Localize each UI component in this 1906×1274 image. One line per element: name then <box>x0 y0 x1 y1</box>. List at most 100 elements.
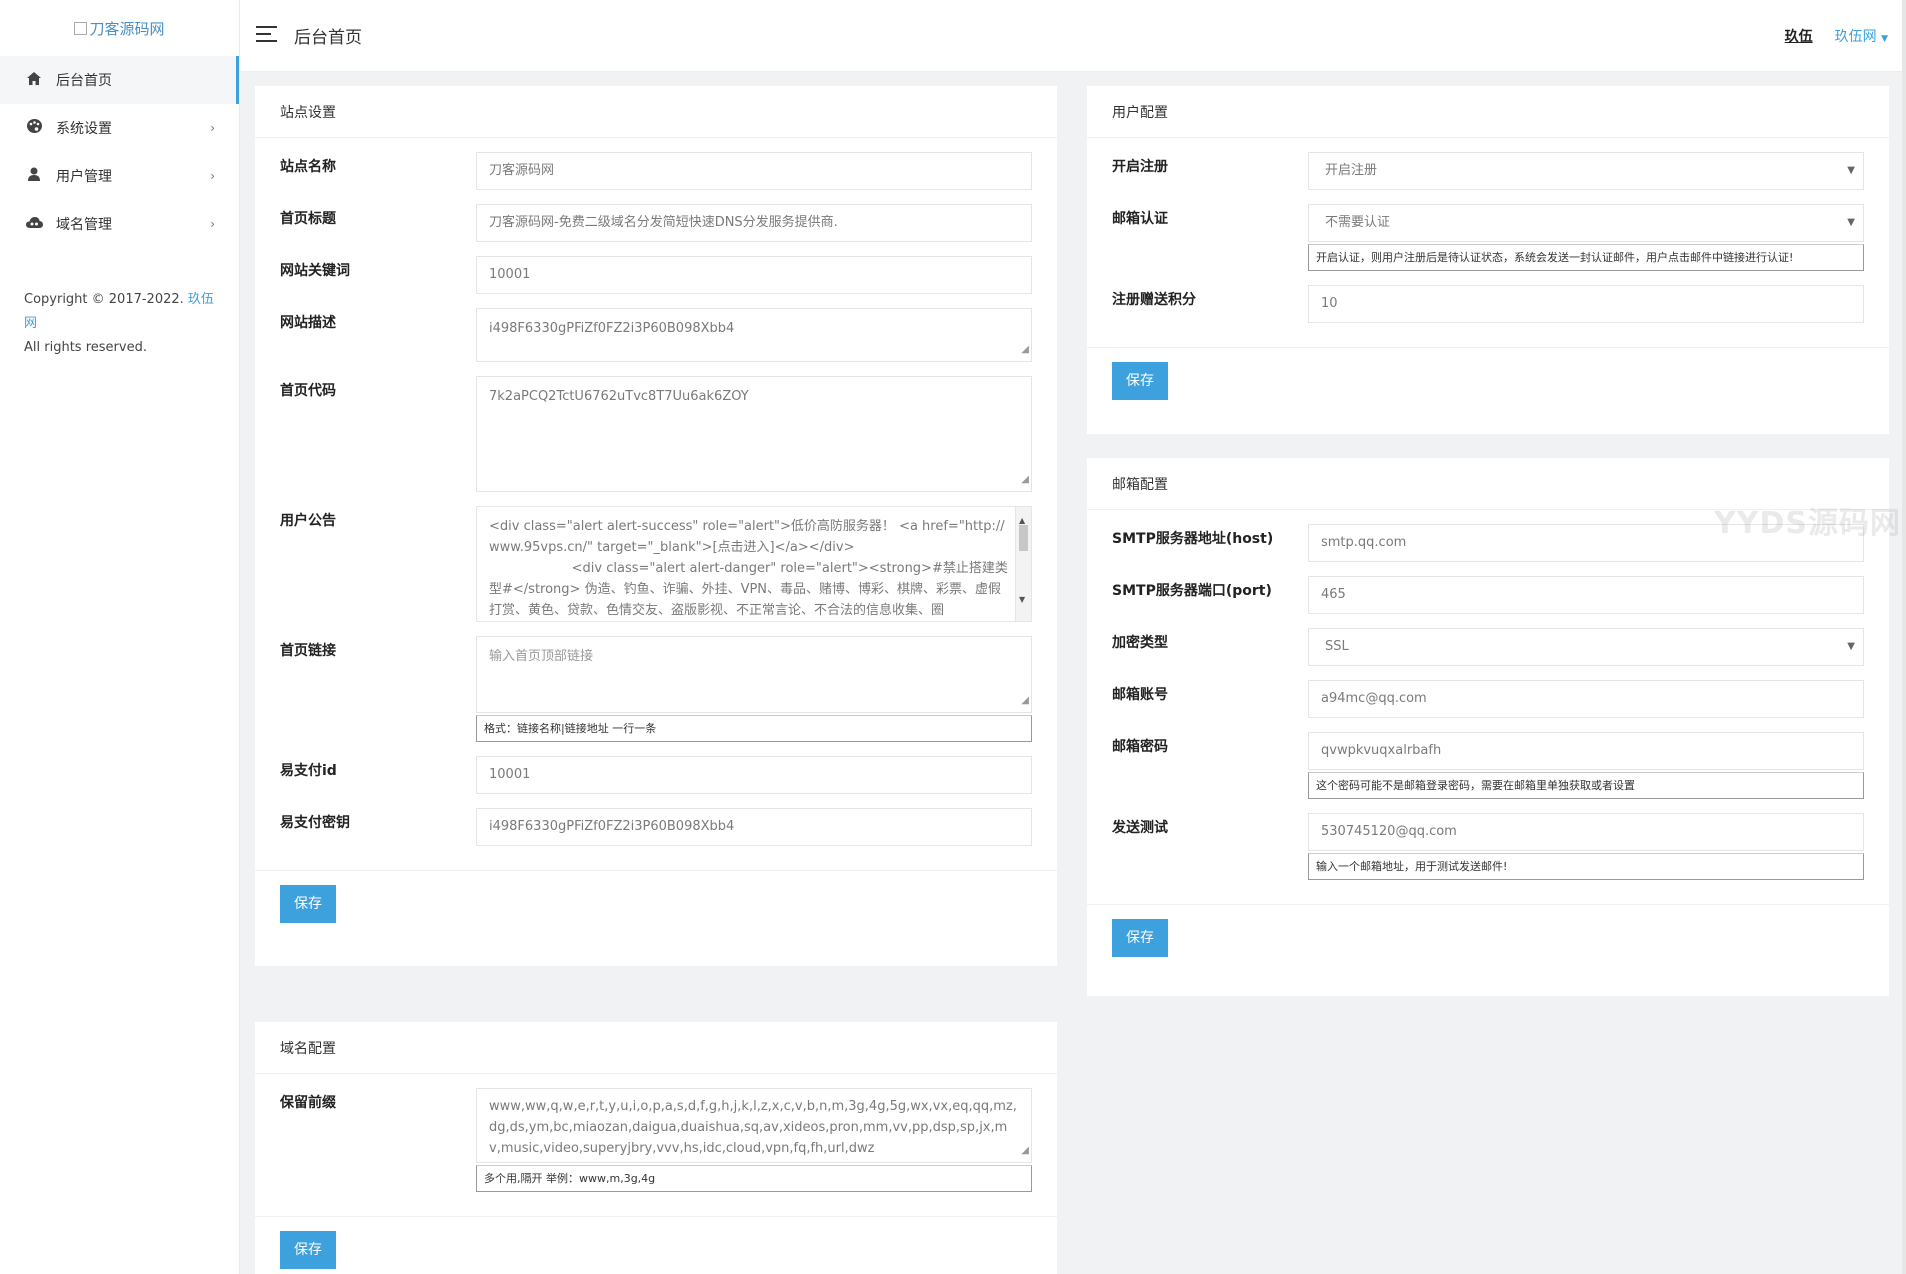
reserved-prefix-textarea[interactable]: www,ww,q,w,e,r,t,y,u,i,o,p,a,s,d,f,g,h,j… <box>476 1088 1032 1163</box>
caret-down-icon: ▼ <box>1847 641 1855 652</box>
copyright-rights: All rights reserved. <box>24 340 147 355</box>
announcement-textarea[interactable]: <div class="alert alert-success" role="a… <box>476 506 1032 622</box>
sidebar-item-label: 系统设置 <box>56 121 112 137</box>
sidebar-item-label: 后台首页 <box>56 73 112 89</box>
scrollbar[interactable]: ▲ ▼ <box>1015 507 1031 621</box>
mail-password-help: 这个密码可能不是邮箱登录密码，需要在邮箱里单独获取或者设置 <box>1308 772 1864 799</box>
page-title: 后台首页 <box>294 28 362 48</box>
registration-label: 开启注册 <box>1112 159 1168 175</box>
logo[interactable]: 刀客源码网 <box>0 0 239 56</box>
registration-select[interactable]: 开启注册 ▼ <box>1308 152 1864 190</box>
smtp-host-label: SMTP服务器地址(host) <box>1112 531 1274 547</box>
encryption-value: SSL <box>1325 639 1349 654</box>
encryption-label: 加密类型 <box>1112 635 1168 651</box>
mail-password-label: 邮箱密码 <box>1112 739 1168 755</box>
user-icon <box>24 167 44 185</box>
chevron-right-icon: › <box>210 217 215 231</box>
email-verify-help: 开启认证，则用户注册后是待认证状态，系统会发送一封认证邮件，用户点击邮件中链接进… <box>1308 244 1864 271</box>
user-config-card: 用户配置 开启注册 开启注册 ▼ 邮箱认证 不需要认证 ▼ 开启认证，则用户注册后是… <box>1087 86 1889 434</box>
domain-config-card: 域名配置 保留前缀 www,ww,q,w,e,r,t,y,u,i,o,p,a,s… <box>255 1022 1057 1274</box>
epay-id-input[interactable]: 10001 <box>476 756 1032 794</box>
sidebar-item-system-settings[interactable]: 系统设置 › <box>0 104 239 152</box>
mail-password-input[interactable]: qvwpkvuqxalrbafh <box>1308 732 1864 770</box>
smtp-port-input[interactable]: 465 <box>1308 576 1864 614</box>
registration-value: 开启注册 <box>1325 163 1378 178</box>
home-icon <box>24 71 44 89</box>
home-code-label: 首页代码 <box>280 383 336 399</box>
site-name-input[interactable]: 刀客源码网 <box>476 152 1032 190</box>
sidebar-item-label: 用户管理 <box>56 169 112 185</box>
save-button[interactable]: 保存 <box>280 885 336 923</box>
scroll-thumb[interactable] <box>1019 525 1028 551</box>
copyright: Copyright © 2017-2022. 玖伍网 All rights re… <box>0 248 239 360</box>
cloud-icon <box>24 216 44 232</box>
watermark: YYDS源码网 <box>1714 506 1901 541</box>
user-menu[interactable]: 玖伍网 ▼ <box>1835 26 1888 46</box>
sidebar: 刀客源码网 后台首页 系统设置 › 用户管理 › 域名管理 › Copyrigh… <box>0 0 240 1274</box>
epay-key-label: 易支付密钥 <box>280 815 350 831</box>
reserved-prefix-label: 保留前缀 <box>280 1095 336 1111</box>
announcement-value: <div class="alert alert-success" role="a… <box>489 519 1008 618</box>
send-test-help: 输入一个邮箱地址，用于测试发送邮件! <box>1308 853 1864 880</box>
description-textarea[interactable]: i498F6330gPFiZf0FZ2i3P60B098Xbb4 ◢ <box>476 308 1032 362</box>
description-label: 网站描述 <box>280 315 336 331</box>
send-test-label: 发送测试 <box>1112 820 1168 836</box>
keywords-input[interactable]: 10001 <box>476 256 1032 294</box>
epay-key-input[interactable]: i498F6330gPFiZf0FZ2i3P60B098Xbb4 <box>476 808 1032 846</box>
nickname-link[interactable]: 玖伍 <box>1785 26 1813 46</box>
email-verify-select[interactable]: 不需要认证 ▼ <box>1308 204 1864 242</box>
home-code-textarea[interactable]: 7k2aPCQ2TctU6762uTvc8T7Uu6ak6ZOY ◢ <box>476 376 1032 492</box>
resize-grip-icon[interactable]: ◢ <box>1021 1140 1029 1161</box>
site-settings-card: 站点设置 站点名称 刀客源码网 首页标题 刀客源码网-免费二级域名分发简短快速D… <box>255 86 1057 966</box>
logo-text: 刀客源码网 <box>89 19 165 38</box>
mail-account-input[interactable]: a94mc@qq.com <box>1308 680 1864 718</box>
topbar: 后台首页 玖伍 玖伍网 ▼ <box>240 0 1906 72</box>
home-links-label: 首页链接 <box>280 643 336 659</box>
copyright-text: Copyright © 2017-2022. <box>24 292 184 307</box>
sidebar-item-user-management[interactable]: 用户管理 › <box>0 152 239 200</box>
user-menu-label: 玖伍网 <box>1834 28 1877 45</box>
page-scrollbar[interactable] <box>1902 0 1906 1274</box>
caret-down-icon: ▼ <box>1847 165 1855 176</box>
save-button[interactable]: 保存 <box>1112 919 1168 957</box>
caret-down-icon: ▼ <box>1881 33 1888 44</box>
register-points-label: 注册赠送积分 <box>1112 292 1196 308</box>
sidebar-item-label: 域名管理 <box>56 217 112 233</box>
home-code-value: 7k2aPCQ2TctU6762uTvc8T7Uu6ak6ZOY <box>489 389 749 404</box>
card-title: 站点设置 <box>255 86 1057 138</box>
home-title-input[interactable]: 刀客源码网-免费二级域名分发简短快速DNS分发服务提供商. <box>476 204 1032 242</box>
epay-id-label: 易支付id <box>280 763 337 779</box>
encryption-select[interactable]: SSL ▼ <box>1308 628 1864 666</box>
chevron-right-icon: › <box>210 169 215 183</box>
save-button[interactable]: 保存 <box>280 1231 336 1269</box>
resize-grip-icon[interactable]: ◢ <box>1021 339 1029 360</box>
reserved-prefix-help: 多个用,隔开 举例：www,m,3g,4g <box>476 1165 1032 1192</box>
home-links-help: 格式：链接名称|链接地址 一行一条 <box>476 715 1032 742</box>
resize-grip-icon[interactable]: ◢ <box>1021 469 1029 490</box>
smtp-port-label: SMTP服务器端口(port) <box>1112 583 1272 599</box>
card-title: 域名配置 <box>255 1022 1057 1074</box>
sidebar-item-domain-management[interactable]: 域名管理 › <box>0 200 239 248</box>
caret-down-icon: ▼ <box>1847 217 1855 228</box>
reserved-prefix-value: www,ww,q,w,e,r,t,y,u,i,o,p,a,s,d,f,g,h,j… <box>489 1099 1017 1156</box>
palette-icon <box>24 119 44 137</box>
site-name-label: 站点名称 <box>280 159 336 175</box>
announcement-label: 用户公告 <box>280 513 336 529</box>
resize-grip-icon[interactable]: ◢ <box>1021 690 1029 711</box>
sidebar-item-home[interactable]: 后台首页 <box>0 56 239 104</box>
description-value: i498F6330gPFiZf0FZ2i3P60B098Xbb4 <box>489 321 735 336</box>
broken-image-icon <box>74 21 88 35</box>
menu-toggle-icon[interactable] <box>256 23 280 48</box>
save-button[interactable]: 保存 <box>1112 362 1168 400</box>
mail-account-label: 邮箱账号 <box>1112 687 1168 703</box>
email-verify-value: 不需要认证 <box>1325 215 1391 230</box>
keywords-label: 网站关键词 <box>280 263 350 279</box>
home-links-placeholder: 输入首页顶部链接 <box>489 649 594 664</box>
home-title-label: 首页标题 <box>280 211 336 227</box>
send-test-input[interactable]: 530745120@qq.com <box>1308 813 1864 851</box>
home-links-textarea[interactable]: 输入首页顶部链接 ◢ <box>476 636 1032 713</box>
card-title: 用户配置 <box>1087 86 1889 138</box>
email-verify-label: 邮箱认证 <box>1112 211 1168 227</box>
scroll-down-icon[interactable]: ▼ <box>1019 589 1025 610</box>
register-points-input[interactable]: 10 <box>1308 285 1864 323</box>
